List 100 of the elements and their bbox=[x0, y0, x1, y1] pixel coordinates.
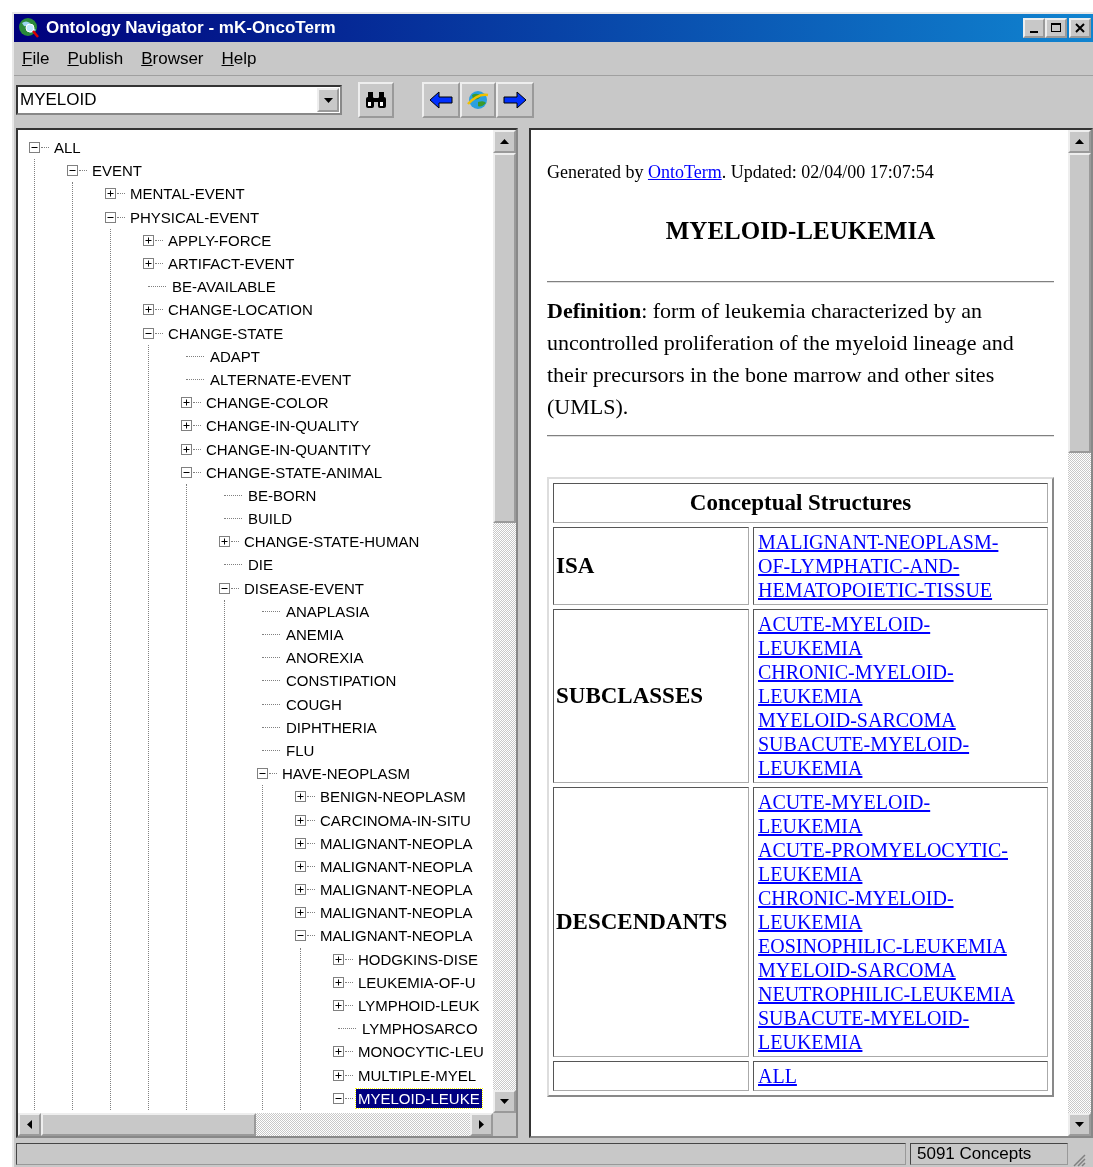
tree-item[interactable]: CHANGE-STATE-ANIMAL bbox=[204, 462, 385, 482]
expand-icon[interactable] bbox=[333, 1000, 344, 1012]
tree-item[interactable]: MALIGNANT-NEOPLA bbox=[318, 833, 475, 853]
tree-item[interactable]: APPLY-FORCE bbox=[166, 230, 274, 250]
expand-icon[interactable] bbox=[333, 953, 344, 965]
tree-item[interactable]: DISEASE-EVENT bbox=[242, 578, 367, 598]
tree-item[interactable]: CHANGE-LOCATION bbox=[166, 300, 315, 320]
tree-item[interactable]: CHANGE-COLOR bbox=[204, 393, 331, 413]
concept-link[interactable]: ALL bbox=[758, 1063, 1018, 1088]
horizontal-scrollbar[interactable] bbox=[18, 1113, 493, 1136]
menu-item[interactable]: Publish bbox=[67, 48, 124, 69]
vertical-scrollbar[interactable] bbox=[493, 130, 516, 1113]
concept-link[interactable]: ACUTE-MYELOID-LEUKEMIA bbox=[758, 611, 1018, 660]
ontoterm-link[interactable]: OntoTerm bbox=[647, 162, 722, 182]
back-button[interactable] bbox=[422, 82, 460, 118]
tree-item[interactable]: LYMPHOSARCO bbox=[360, 1019, 480, 1039]
tree-item[interactable]: MALIGNANT-NEOPLA bbox=[318, 856, 475, 876]
concept-link[interactable]: CHRONIC-MYELOID-LEUKEMIA bbox=[758, 659, 1018, 708]
concept-link[interactable]: MYELOID-SARCOMA bbox=[758, 707, 1018, 732]
expand-icon[interactable] bbox=[219, 536, 230, 548]
tree-item[interactable]: LEUKEMIA-OF-U bbox=[356, 972, 478, 992]
tree-item[interactable]: HAVE-NEOPLASM bbox=[280, 764, 413, 784]
concept-link[interactable]: ACUTE-MYELOID-LEUKEMIA bbox=[758, 789, 1018, 838]
menu-item[interactable]: File bbox=[22, 48, 50, 69]
tree-item[interactable]: MENTAL-EVENT bbox=[128, 184, 247, 204]
expand-icon[interactable] bbox=[295, 884, 306, 896]
expand-icon[interactable] bbox=[295, 907, 306, 919]
tree-item[interactable]: ALL bbox=[52, 138, 83, 158]
menu-item[interactable]: Browser bbox=[141, 48, 204, 69]
minimize-button[interactable] bbox=[1023, 18, 1045, 38]
expand-icon[interactable] bbox=[105, 188, 116, 200]
collapse-icon[interactable] bbox=[143, 327, 154, 339]
tree-item[interactable]: MALIGNANT-NEOPLA bbox=[318, 926, 475, 946]
scroll-thumb[interactable] bbox=[1068, 153, 1091, 453]
tree-item[interactable]: ARTIFACT-EVENT bbox=[166, 254, 297, 274]
tree-item[interactable]: MONOCYTIC-LEU bbox=[356, 1042, 486, 1062]
concept-link[interactable]: CHRONIC-MYELOID-LEUKEMIA bbox=[758, 885, 1018, 934]
expand-icon[interactable] bbox=[181, 443, 192, 455]
concept-link[interactable]: SUBACUTE-MYELOID-LEUKEMIA bbox=[758, 731, 1018, 780]
expand-icon[interactable] bbox=[295, 814, 306, 826]
tree-item[interactable]: HODGKINS-DISE bbox=[356, 949, 480, 969]
concept-link[interactable]: ACUTE-PROMYELOCYTIC-LEUKEMIA bbox=[758, 837, 1018, 886]
expand-icon[interactable] bbox=[333, 1046, 344, 1058]
collapse-icon[interactable] bbox=[29, 142, 40, 154]
tree-item[interactable]: CARCINOMA-IN-SITU bbox=[318, 810, 473, 830]
tree-item[interactable]: ANAPLASIA bbox=[284, 601, 372, 621]
forward-button[interactable] bbox=[496, 82, 534, 118]
tree-item[interactable]: FLU bbox=[284, 740, 317, 760]
scroll-thumb[interactable] bbox=[493, 153, 516, 523]
expand-icon[interactable] bbox=[333, 1069, 344, 1081]
expand-icon[interactable] bbox=[181, 397, 192, 409]
collapse-icon[interactable] bbox=[105, 211, 116, 223]
tree-item[interactable]: BUILD bbox=[246, 509, 295, 529]
concept-link[interactable]: MALIGNANT-NEOPLASM-OF-LYMPHATIC-AND-HEMATOPOIETIC-TISSUE bbox=[758, 529, 1018, 602]
expand-icon[interactable] bbox=[333, 976, 344, 988]
expand-icon[interactable] bbox=[295, 860, 306, 872]
vertical-scrollbar[interactable] bbox=[1068, 130, 1091, 1136]
tree-item[interactable]: COUGH bbox=[284, 694, 344, 714]
tree-item[interactable]: ALTERNATE-EVENT bbox=[208, 369, 354, 389]
collapse-icon[interactable] bbox=[67, 165, 78, 177]
scroll-up-button[interactable] bbox=[1068, 130, 1091, 153]
tree-item[interactable]: LYMPHOID-LEUK bbox=[356, 996, 482, 1016]
concept-link[interactable]: EOSINOPHILIC-LEUKEMIA bbox=[758, 933, 1018, 958]
tree-item[interactable]: MYELOID-LEUKE bbox=[356, 1088, 482, 1108]
tree-item[interactable]: BE-BORN bbox=[246, 485, 319, 505]
expand-icon[interactable] bbox=[143, 234, 154, 246]
collapse-icon[interactable] bbox=[257, 768, 268, 780]
maximize-button[interactable] bbox=[1045, 18, 1067, 38]
concept-link[interactable]: MYELOID-SARCOMA bbox=[758, 957, 1018, 982]
tree-item[interactable]: MALIGNANT-NEOPLA bbox=[318, 903, 475, 923]
scroll-down-button[interactable] bbox=[493, 1090, 516, 1113]
collapse-icon[interactable] bbox=[295, 930, 306, 942]
search-field[interactable]: MYELOID bbox=[16, 85, 342, 115]
tree-item[interactable]: CHANGE-STATE-HUMAN bbox=[242, 532, 422, 552]
binoculars-button[interactable] bbox=[358, 82, 394, 118]
tree-item[interactable]: MULTIPLE-MYEL bbox=[356, 1065, 479, 1085]
menu-item[interactable]: Help bbox=[221, 48, 257, 69]
expand-icon[interactable] bbox=[143, 304, 154, 316]
collapse-icon[interactable] bbox=[181, 466, 192, 478]
expand-icon[interactable] bbox=[143, 258, 154, 270]
tree-item[interactable]: CHANGE-IN-QUANTITY bbox=[204, 439, 373, 459]
tree-item[interactable]: BENIGN-NEOPLASM bbox=[318, 787, 468, 807]
collapse-icon[interactable] bbox=[333, 1092, 344, 1104]
scroll-right-button[interactable] bbox=[470, 1113, 493, 1136]
tree-item[interactable]: BE-AVAILABLE bbox=[170, 277, 278, 297]
tree-item[interactable]: PHYSICAL-EVENT bbox=[128, 207, 262, 227]
concept-link[interactable]: NEUTROPHILIC-LEUKEMIA bbox=[758, 981, 1018, 1006]
tree-item[interactable]: ANEMIA bbox=[284, 625, 346, 645]
tree-item[interactable]: EVENT bbox=[90, 161, 144, 181]
expand-icon[interactable] bbox=[295, 791, 306, 803]
tree-item[interactable]: DIE bbox=[246, 555, 275, 575]
tree-item[interactable]: ANOREXIA bbox=[284, 648, 366, 668]
tree-item[interactable]: CHANGE-IN-QUALITY bbox=[204, 416, 362, 436]
expand-icon[interactable] bbox=[181, 420, 192, 432]
resize-grip-icon[interactable] bbox=[1072, 1153, 1086, 1167]
tree-item[interactable]: ADAPT bbox=[208, 346, 262, 366]
concept-link[interactable]: SUBACUTE-MYELOID-LEUKEMIA bbox=[758, 1005, 1018, 1054]
scroll-down-button[interactable] bbox=[1068, 1113, 1091, 1136]
scroll-up-button[interactable] bbox=[493, 130, 516, 153]
close-button[interactable] bbox=[1069, 18, 1091, 38]
